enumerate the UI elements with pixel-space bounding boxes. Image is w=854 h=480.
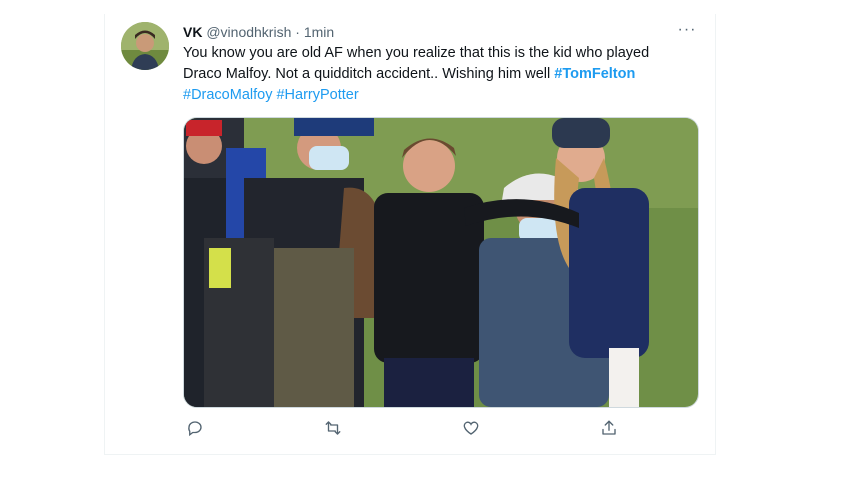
reply-icon[interactable] — [183, 416, 207, 440]
more-options-icon[interactable]: ··· — [675, 20, 699, 40]
share-icon[interactable] — [597, 416, 621, 440]
tweet-text-line-1: You know you are old AF when you realize… — [183, 45, 650, 61]
tweet-photo[interactable] — [183, 117, 699, 408]
avatar[interactable] — [121, 22, 169, 70]
hashtag-tomfelton[interactable]: #TomFelton — [554, 66, 635, 82]
like-icon[interactable] — [459, 416, 483, 440]
retweet-icon[interactable] — [321, 416, 345, 440]
display-name[interactable]: VK — [183, 24, 202, 40]
hashtag-dracomalfoy[interactable]: #DracoMalfoy — [183, 87, 272, 103]
tweet-text: You know you are old AF when you realize… — [183, 43, 683, 106]
tweet-text-line-2: Draco Malfoy. Not a quidditch accident..… — [183, 66, 551, 82]
tweet-card[interactable]: VK @vinodhkrish · 1min ··· You know you … — [104, 14, 716, 455]
photo-scene — [184, 118, 698, 407]
tweet-actions — [183, 416, 616, 440]
user-handle[interactable]: @vinodhkrish — [206, 24, 291, 40]
tweet-header: VK @vinodhkrish · 1min — [183, 23, 334, 41]
avatar-image — [121, 22, 169, 70]
separator: · — [295, 24, 300, 40]
timestamp[interactable]: 1min — [304, 24, 334, 40]
hashtag-harrypotter[interactable]: #HarryPotter — [276, 87, 358, 103]
